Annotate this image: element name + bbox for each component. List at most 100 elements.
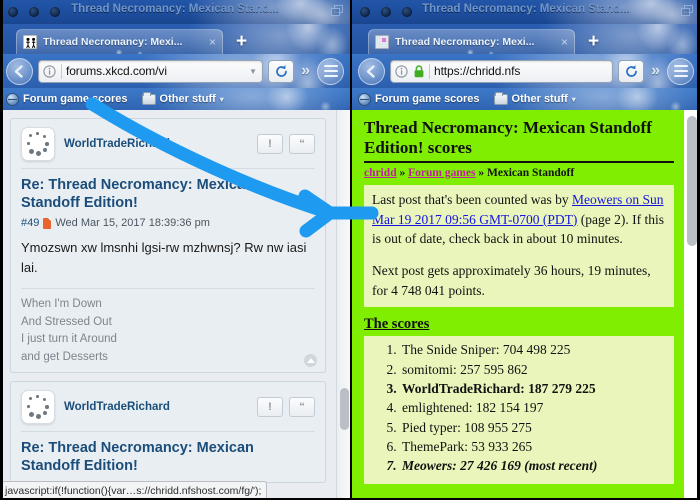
chevron-down-icon[interactable]: ▾ bbox=[220, 95, 224, 104]
bookmark-forum-game-scores-right[interactable]: Forum game scores bbox=[358, 92, 480, 106]
browser-tab-left[interactable]: Thread Necromancy: Mexi... × bbox=[16, 29, 223, 54]
url-divider bbox=[61, 63, 62, 79]
list-item: emlightened: 182 154 197 bbox=[400, 398, 666, 417]
close-icon[interactable]: × bbox=[209, 36, 216, 48]
dice-avatar[interactable] bbox=[21, 127, 55, 161]
url-text-right: https://chridd.nfs bbox=[434, 64, 521, 78]
back-arrow-icon[interactable] bbox=[358, 57, 385, 85]
url-bar-right[interactable]: https://chridd.nfs bbox=[390, 59, 614, 83]
signature-line: I just turn it Around bbox=[21, 333, 117, 346]
info-circle-icon[interactable] bbox=[394, 64, 409, 79]
breadcrumb-link-chridd[interactable]: chridd bbox=[364, 167, 397, 179]
post-actions: ! “ bbox=[257, 397, 315, 418]
post-subject[interactable]: Re: Thread Necromancy: Mexican Standoff … bbox=[21, 440, 315, 475]
forum-thread: WorldTradeRichard ! “ Re: Thread Necroma… bbox=[0, 110, 336, 500]
browser-window-left: Thread Necromancy: Mexican Stand... Thre… bbox=[0, 0, 350, 500]
restore-icon-left[interactable] bbox=[331, 5, 344, 17]
next-post-paragraph: Next post gets approximately 36 hours, 1… bbox=[372, 263, 651, 298]
scrollbar-left[interactable] bbox=[336, 110, 350, 500]
reload-icon[interactable] bbox=[268, 59, 295, 83]
breadcrumb-separator: » bbox=[396, 166, 409, 179]
tab-title-left: Thread Necromancy: Mexi... bbox=[43, 36, 183, 48]
globe-icon bbox=[358, 92, 371, 106]
new-tab-button-left[interactable]: + bbox=[236, 32, 247, 51]
window-title-left: Thread Necromancy: Mexican Stand... bbox=[71, 3, 279, 15]
xkcd-favicon bbox=[23, 35, 37, 49]
signature-divider bbox=[21, 288, 315, 290]
title-rule bbox=[364, 161, 674, 163]
toolbar-overflow-button-left[interactable]: » bbox=[299, 62, 312, 80]
list-item: ThemePark: 53 933 265 bbox=[400, 437, 666, 456]
list-item: somitomi: 257 595 862 bbox=[400, 360, 666, 379]
breadcrumb-link-forum-games[interactable]: Forum games bbox=[408, 167, 475, 179]
post-subject[interactable]: Re: Thread Necromancy: Mexican Standoff … bbox=[21, 177, 315, 212]
scores-list: The Snide Sniper: 704 498 225 somitomi: … bbox=[400, 340, 666, 475]
list-item: The Snide Sniper: 704 498 225 bbox=[400, 340, 666, 359]
post-signature: When I'm Down And Stressed Out I just tu… bbox=[21, 296, 315, 366]
quote-post-button[interactable]: “ bbox=[289, 134, 315, 154]
chevron-down-icon[interactable]: ▾ bbox=[572, 95, 576, 104]
post-author[interactable]: WorldTradeRichard bbox=[64, 138, 248, 150]
browser-tab-right[interactable]: Thread Necromancy: Mexi... × bbox=[368, 29, 575, 54]
forum-post: WorldTradeRichard ! “ Re: Thread Necroma… bbox=[10, 118, 326, 374]
url-divider bbox=[429, 63, 430, 79]
list-item: Pied typer: 108 955 275 bbox=[400, 418, 666, 437]
hamburger-icon[interactable] bbox=[667, 57, 694, 85]
window-title-right: Thread Necromancy: Mexican Stand... bbox=[422, 3, 630, 15]
divider bbox=[21, 168, 315, 169]
navbar-left: forums.xkcd.com/vi ▼ » bbox=[0, 54, 350, 88]
scores-box: The Snide Sniper: 704 498 225 somitomi: … bbox=[364, 336, 674, 484]
bookmarks-bar-left: Forum game scores Other stuff ▾ bbox=[0, 88, 350, 110]
hamburger-icon[interactable] bbox=[317, 57, 344, 85]
divider bbox=[21, 431, 315, 433]
last-post-prefix: Last post that's been counted was by bbox=[372, 191, 573, 207]
bookmark-label: Forum game scores bbox=[23, 93, 128, 105]
report-post-button[interactable]: ! bbox=[257, 134, 283, 154]
back-arrow-icon[interactable] bbox=[6, 57, 33, 85]
navbar-right: https://chridd.nfs » bbox=[352, 54, 700, 88]
forum-post: WorldTradeRichard ! “ Re: Thread Necroma… bbox=[10, 381, 326, 483]
breadcrumb-separator: » bbox=[475, 166, 487, 179]
folder-icon bbox=[141, 91, 156, 105]
globe-icon bbox=[6, 92, 19, 106]
post-link-icon[interactable] bbox=[43, 217, 52, 229]
scores-page: Thread Necromancy: Mexican Standoff Edit… bbox=[352, 110, 684, 500]
url-text-left: forums.xkcd.com/vi bbox=[66, 64, 167, 78]
dice-avatar[interactable] bbox=[21, 390, 55, 425]
padlock-icon[interactable] bbox=[413, 64, 425, 79]
page-content-left: WorldTradeRichard ! “ Re: Thread Necroma… bbox=[0, 110, 350, 500]
toolbar-overflow-button-right[interactable]: » bbox=[649, 62, 662, 80]
signature-line: When I'm Down bbox=[21, 298, 102, 311]
bookmark-label: Other stuff bbox=[159, 93, 216, 105]
scrollbar-thumb[interactable] bbox=[687, 116, 697, 246]
chevron-down-icon[interactable]: ▼ bbox=[249, 67, 259, 76]
post-body: Ymozswn xw lmsnhi lgsi-rw mzhwnsj? Rw nw… bbox=[21, 240, 307, 275]
new-tab-button-right[interactable]: + bbox=[588, 32, 599, 51]
reload-icon[interactable] bbox=[618, 59, 645, 83]
post-author[interactable]: WorldTradeRichard bbox=[64, 401, 248, 413]
bookmark-other-stuff-right[interactable]: Other stuff ▾ bbox=[493, 91, 576, 105]
page-title: Thread Necromancy: Mexican Standoff Edit… bbox=[364, 118, 652, 157]
url-bar-left[interactable]: forums.xkcd.com/vi ▼ bbox=[38, 59, 264, 83]
bookmark-other-stuff-left[interactable]: Other stuff ▾ bbox=[141, 91, 224, 105]
list-item: Meowers: 27 426 169 (most recent) bbox=[400, 456, 666, 475]
report-post-button[interactable]: ! bbox=[257, 397, 283, 418]
page-content-right: Thread Necromancy: Mexican Standoff Edit… bbox=[352, 110, 700, 500]
breadcrumb-current: Mexican Standoff bbox=[486, 166, 575, 179]
restore-icon-right[interactable] bbox=[681, 5, 694, 17]
bookmark-label: Other stuff bbox=[511, 93, 568, 105]
bookmarks-bar-right: Forum game scores Other stuff ▾ bbox=[352, 88, 700, 110]
titlebar-right: Thread Necromancy: Mexican Stand... bbox=[352, 0, 700, 24]
quote-post-button[interactable]: “ bbox=[289, 397, 315, 418]
post-actions: ! “ bbox=[257, 134, 315, 154]
window-gap bbox=[350, 0, 352, 500]
back-to-top-icon[interactable] bbox=[304, 354, 317, 368]
signature-line: and get Desserts bbox=[21, 350, 108, 363]
close-icon[interactable]: × bbox=[561, 36, 568, 48]
info-circle-icon[interactable] bbox=[42, 64, 57, 79]
post-header: WorldTradeRichard ! “ bbox=[21, 127, 315, 168]
titlebar-left: Thread Necromancy: Mexican Stand... bbox=[0, 0, 350, 24]
post-number[interactable]: #49 bbox=[21, 217, 39, 229]
bookmark-forum-game-scores-left[interactable]: Forum game scores bbox=[6, 92, 128, 106]
scrollbar-thumb[interactable] bbox=[340, 388, 349, 430]
